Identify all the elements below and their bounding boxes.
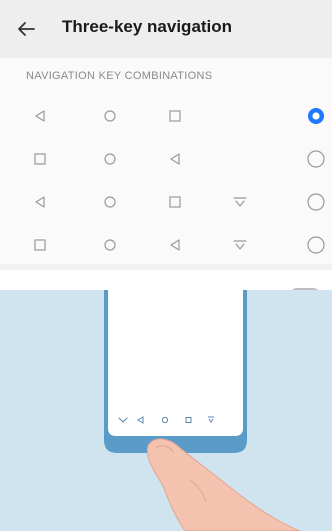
notification-icon xyxy=(233,240,247,250)
recents-icon xyxy=(34,153,46,165)
notification-icon xyxy=(233,197,247,207)
page-title: Three-key navigation xyxy=(62,17,233,36)
radio-unselected[interactable] xyxy=(306,149,326,169)
back-icon xyxy=(170,153,180,165)
recents-icon xyxy=(34,239,46,251)
combination-row[interactable] xyxy=(0,225,332,265)
back-arrow-icon[interactable] xyxy=(14,17,38,41)
phone-screen xyxy=(108,290,243,436)
combination-row[interactable] xyxy=(0,182,332,222)
back-icon xyxy=(170,239,180,251)
radio-selected[interactable] xyxy=(306,106,326,126)
gesture-illustration xyxy=(0,290,332,531)
home-icon xyxy=(104,110,116,122)
combination-row[interactable] xyxy=(0,96,332,136)
home-icon xyxy=(104,239,116,251)
home-icon xyxy=(104,196,116,208)
radio-unselected[interactable] xyxy=(306,235,326,255)
app-bar: Three-key navigation xyxy=(0,0,332,58)
section-subheader: NAVIGATION KEY COMBINATIONS xyxy=(26,70,213,82)
back-icon xyxy=(35,196,45,208)
recents-icon xyxy=(169,110,181,122)
radio-unselected[interactable] xyxy=(306,192,326,212)
back-icon xyxy=(35,110,45,122)
home-icon xyxy=(104,153,116,165)
recents-icon xyxy=(169,196,181,208)
combination-row[interactable] xyxy=(0,139,332,179)
